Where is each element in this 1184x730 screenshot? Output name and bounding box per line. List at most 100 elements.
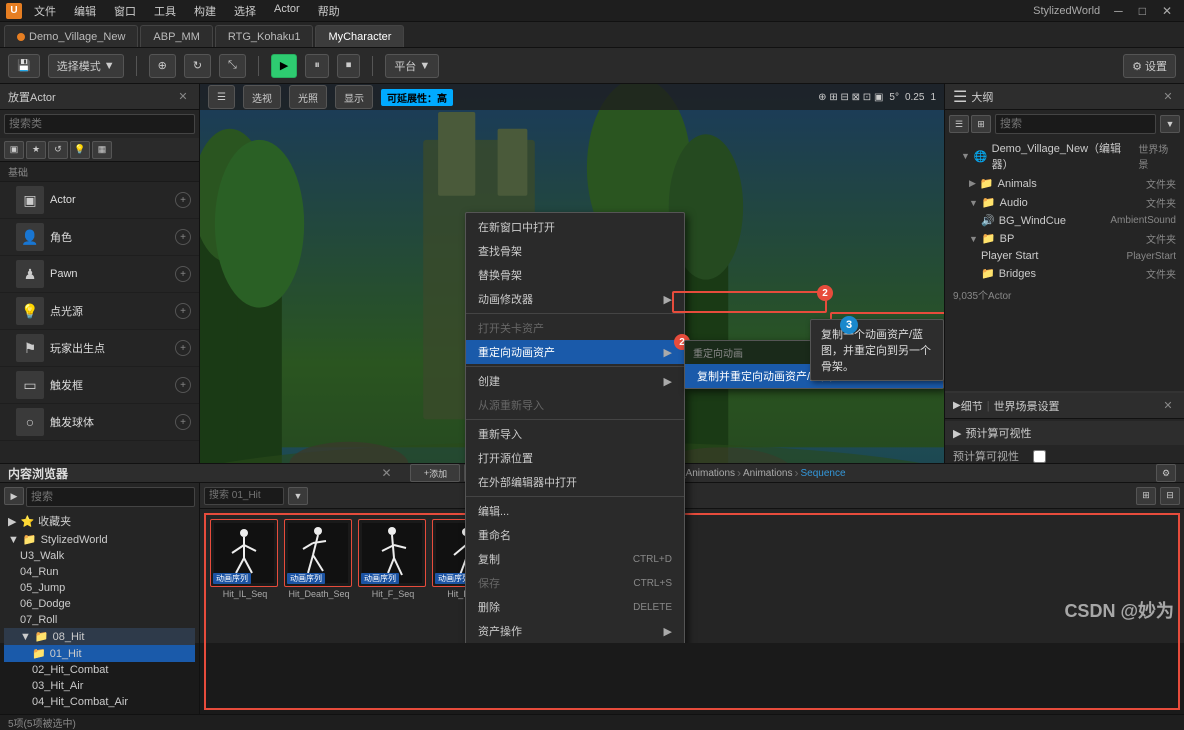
outline-item-animals[interactable]: ▶ 📁 Animals 文件夹 xyxy=(945,174,1184,193)
outline-item-bridges[interactable]: 📁 Bridges 文件夹 xyxy=(945,264,1184,283)
actor-add-btn-pointlight[interactable]: + xyxy=(175,303,191,319)
folder-item-05jump[interactable]: 05_Jump xyxy=(4,580,195,596)
actor-item-playerstart[interactable]: ⚑ 玩家出生点 + xyxy=(0,330,199,367)
outline-item-bgwindcue[interactable]: 🔊 BG_WindCue AmbientSound xyxy=(945,212,1184,229)
folder-item-04run[interactable]: 04_Run xyxy=(4,564,195,580)
actor-item-trigger-box[interactable]: ▭ 触发框 + xyxy=(0,367,199,404)
ctx-open-new-window[interactable]: 在新窗口中打开 xyxy=(466,215,684,239)
ctx-retarget-anim[interactable]: 重定向动画资产 ▶ 2 重定向动画 复制并重定向动画资产/蓝图 xyxy=(466,340,684,364)
actor-item-pawn[interactable]: ♟ Pawn + xyxy=(0,256,199,293)
actor-add-btn-pawn[interactable]: + xyxy=(175,266,191,282)
ctx-create[interactable]: 创建 ▶ xyxy=(466,369,684,393)
folder-item-08hit[interactable]: ▼ 📁 08_Hit xyxy=(4,628,195,645)
folder-item-02hitcombat[interactable]: 02_Hit_Combat xyxy=(4,662,195,678)
menu-actor[interactable]: Actor xyxy=(266,1,308,21)
outline-item-audio[interactable]: ▼ 📁 Audio 文件夹 xyxy=(945,193,1184,212)
actor-add-btn-triggerbox[interactable]: + xyxy=(175,377,191,393)
save-toolbar-btn[interactable]: 💾 xyxy=(8,54,40,78)
ctx-asset-op[interactable]: 资产操作 ▶ xyxy=(466,619,684,643)
asset-img-hit-death[interactable]: 动画序列 xyxy=(284,519,352,587)
precomp-vis-checkbox[interactable] xyxy=(1033,450,1046,463)
folder-search[interactable] xyxy=(26,487,195,507)
ctx-copy[interactable]: 复制 CTRL+D xyxy=(466,547,684,571)
folder-item-03hitair[interactable]: 03_Hit_Air xyxy=(4,678,195,694)
menu-build[interactable]: 构建 xyxy=(186,1,224,21)
actor-add-btn-triggersphere[interactable]: + xyxy=(175,414,191,430)
breadcrumb-animations[interactable]: Animations xyxy=(743,468,792,479)
menu-tools[interactable]: 工具 xyxy=(146,1,184,21)
outline-item-world[interactable]: ▼ 🌐 Demo_Village_New（编辑器） 世界场景 xyxy=(945,138,1184,174)
menu-help[interactable]: 帮助 xyxy=(310,1,348,21)
actor-toolbar-btn3[interactable]: ↺ xyxy=(48,141,68,159)
tab-demo-village[interactable]: Demo_Village_New xyxy=(4,25,138,47)
outline-sort-btn[interactable]: ⊞ xyxy=(971,115,991,133)
place-actor-close[interactable]: ✕ xyxy=(175,89,191,105)
ctx-anim-modifier[interactable]: 动画修改器 ▶ xyxy=(466,287,684,311)
actor-toolbar-btn5[interactable]: ▦ xyxy=(92,141,112,159)
asset-search-input[interactable] xyxy=(204,487,284,505)
ctx-reimport[interactable]: 重新导入 xyxy=(466,422,684,446)
asset-img-hit-il[interactable]: 动画序列 xyxy=(210,519,278,587)
actor-toolbar-btn1[interactable]: ▣ xyxy=(4,141,24,159)
outline-view-btn[interactable]: ☰ xyxy=(949,115,969,133)
ctx-find-skeleton[interactable]: 查找骨架 xyxy=(466,239,684,263)
tab-abp-mm[interactable]: ABP_MM xyxy=(140,25,212,47)
folder-expand-btn[interactable]: ▶ xyxy=(4,487,24,505)
viewport-select-btn[interactable]: 选视 xyxy=(243,85,281,109)
menu-select[interactable]: 选择 xyxy=(226,1,264,21)
stop-btn[interactable]: ⏹ xyxy=(337,54,361,78)
actor-item-pointlight[interactable]: 💡 点光源 + xyxy=(0,293,199,330)
close-btn[interactable]: ✕ xyxy=(1156,4,1178,18)
actor-item-character[interactable]: 👤 角色 + xyxy=(0,219,199,256)
menu-window[interactable]: 窗口 xyxy=(106,1,144,21)
folder-item-06dodge[interactable]: 06_Dodge xyxy=(4,596,195,612)
details-close[interactable]: ✕ xyxy=(1160,398,1176,414)
actor-toolbar-btn4[interactable]: 💡 xyxy=(70,141,90,159)
folder-item-01hit[interactable]: 📁 01_Hit xyxy=(4,645,195,662)
viewport-menu-btn[interactable]: ☰ xyxy=(208,85,235,109)
view-toggle-btn[interactable]: ⊞ xyxy=(1136,487,1156,505)
pause-btn[interactable]: ⏸ xyxy=(305,54,329,78)
minimize-btn[interactable]: ─ xyxy=(1108,4,1129,18)
transform-btn-3[interactable]: ⤡ xyxy=(219,54,246,78)
ctx-open-source[interactable]: 打开源位置 xyxy=(466,446,684,470)
actor-item-trigger-sphere[interactable]: ○ 触发球体 + xyxy=(0,404,199,441)
menu-edit[interactable]: 编辑 xyxy=(66,1,104,21)
ctx-open-external[interactable]: 在外部编辑器中打开 xyxy=(466,470,684,494)
folder-item-04hitcombatair[interactable]: 04_Hit_Combat_Air xyxy=(4,694,195,710)
ctx-delete[interactable]: 删除 DELETE xyxy=(466,595,684,619)
maximize-btn[interactable]: □ xyxy=(1133,4,1152,18)
viewport-light-btn[interactable]: 光照 xyxy=(289,85,327,109)
folder-item-u3walk[interactable]: U3_Walk xyxy=(4,548,195,564)
folder-item-favorites[interactable]: ▶ ⭐ 收藏夹 xyxy=(4,511,195,531)
actor-add-btn-character[interactable]: + xyxy=(175,229,191,245)
ctx-rename[interactable]: 重命名 xyxy=(466,523,684,547)
outline-close[interactable]: ✕ xyxy=(1160,89,1176,105)
transform-btn-1[interactable]: ⊕ xyxy=(149,54,176,78)
content-browser-close[interactable]: ✕ xyxy=(378,465,394,481)
ctx-replace-skeleton[interactable]: 替换骨架 xyxy=(466,263,684,287)
outline-filter-btn[interactable]: ▼ xyxy=(1160,115,1180,133)
menu-file[interactable]: 文件 xyxy=(26,1,64,21)
details-precomp-header[interactable]: ▶ 预计算可视性 xyxy=(945,421,1184,445)
platform-btn[interactable]: 平台▼ xyxy=(385,54,439,78)
filter-btn[interactable]: ▼ xyxy=(288,487,308,505)
sort-btn[interactable]: ⊟ xyxy=(1160,487,1180,505)
tab-mycharacter[interactable]: MyCharacter xyxy=(315,25,404,47)
outline-item-playerstart[interactable]: Player Start PlayerStart xyxy=(945,248,1184,264)
actor-add-btn[interactable]: + xyxy=(175,192,191,208)
mode-btn[interactable]: 选择模式 ▼ xyxy=(48,54,124,78)
ctx-edit[interactable]: 编辑... xyxy=(466,499,684,523)
settings-btn[interactable]: ⚙ 设置 xyxy=(1123,54,1176,78)
folder-item-07roll[interactable]: 07_Roll xyxy=(4,612,195,628)
actor-search-input[interactable] xyxy=(4,114,195,134)
content-settings-btn[interactable]: ⚙ xyxy=(1156,464,1176,482)
asset-img-hit-f[interactable]: 动画序列 xyxy=(358,519,426,587)
transform-btn-2[interactable]: ↻ xyxy=(184,54,211,78)
outline-item-bp[interactable]: ▼ 📁 BP 文件夹 xyxy=(945,229,1184,248)
tab-rtg-kohaku[interactable]: RTG_Kohaku1 xyxy=(215,25,314,47)
add-btn[interactable]: + 内容浏览器添加 xyxy=(410,464,460,482)
actor-item-actor[interactable]: ▣ Actor + xyxy=(0,182,199,219)
folder-item-stylized[interactable]: ▼ 📁 StylizedWorld xyxy=(4,531,195,548)
actor-add-btn-playerstart[interactable]: + xyxy=(175,340,191,356)
